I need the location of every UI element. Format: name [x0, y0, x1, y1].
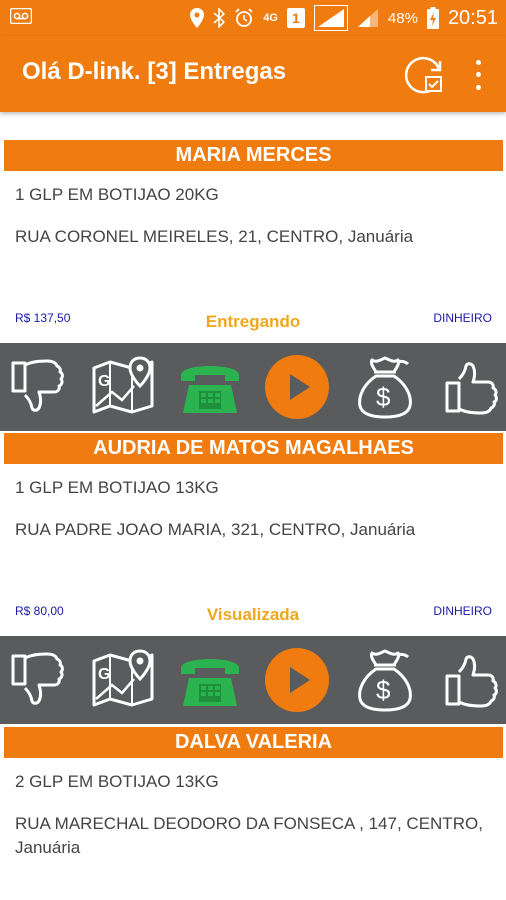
map-button[interactable]: G	[88, 352, 158, 422]
status-bar: 4G 1 48% 20:51	[0, 0, 506, 36]
payment-button[interactable]: $	[350, 645, 420, 715]
product-description: 1 GLP EM BOTIJAO 20KG	[15, 185, 219, 204]
svg-text:$: $	[376, 675, 391, 705]
network-type-label: 4G	[263, 12, 278, 24]
bluetooth-icon	[213, 8, 226, 28]
customer-name[interactable]: MARIA MERCES	[4, 140, 503, 171]
customer-name[interactable]: AUDRIA DE MATOS MAGALHAES	[4, 433, 503, 464]
thumbs-down-icon	[11, 652, 64, 705]
payment-method: DINHEIRO	[433, 311, 492, 325]
delivery-address: RUA CORONEL MEIRELES, 21, CENTRO, Január…	[15, 227, 414, 246]
thumbs-up-icon	[445, 655, 498, 708]
map-icon: G	[92, 356, 154, 414]
signal-strength-2-icon	[357, 8, 379, 28]
action-bar: G $	[0, 343, 506, 431]
thumbs-down-icon	[11, 359, 64, 412]
sim-badge: 1	[286, 8, 305, 28]
money-bag-icon: $	[358, 356, 412, 419]
action-bar: G $	[0, 636, 506, 724]
signal-strength-icon	[313, 5, 348, 31]
map-button[interactable]: G	[88, 645, 158, 715]
voicemail-icon	[9, 7, 33, 29]
battery-charging-icon	[426, 7, 439, 29]
delivery-address: RUA MARECHAL DEODORO DA FONSECA , 147, C…	[15, 814, 483, 857]
money-bag-icon: $	[358, 649, 412, 712]
more-options-button[interactable]	[466, 56, 490, 94]
svg-text:G: G	[98, 666, 110, 683]
sync-button[interactable]	[402, 52, 448, 98]
confirm-delivery-button[interactable]	[436, 645, 506, 715]
delivery-status: Visualizada	[206, 605, 300, 624]
alarm-icon	[234, 8, 254, 28]
call-button[interactable]	[175, 645, 245, 715]
start-delivery-button[interactable]	[262, 352, 332, 422]
phone-icon	[181, 366, 239, 413]
confirm-delivery-button[interactable]	[436, 352, 506, 422]
svg-text:$: $	[376, 382, 391, 412]
customer-name[interactable]: DALVA VALERIA	[4, 727, 503, 758]
battery-percent: 48%	[387, 9, 418, 27]
phone-icon	[181, 659, 239, 706]
payment-method: DINHEIRO	[433, 604, 492, 618]
call-button[interactable]	[175, 352, 245, 422]
delivery-address: RUA PADRE JOAO MARIA, 321, CENTRO, Januá…	[15, 520, 416, 539]
reject-button[interactable]	[2, 645, 72, 715]
start-delivery-button[interactable]	[262, 645, 332, 715]
location-icon	[190, 8, 205, 28]
product-description: 1 GLP EM BOTIJAO 13KG	[15, 478, 219, 497]
play-icon	[265, 648, 329, 712]
play-icon	[265, 355, 329, 419]
delivery-status: Entregando	[205, 312, 301, 331]
clock: 20:51	[447, 6, 498, 29]
sync-check-icon	[404, 56, 442, 94]
map-icon: G	[92, 649, 154, 707]
product-description: 2 GLP EM BOTIJAO 13KG	[15, 772, 219, 791]
payment-button[interactable]: $	[350, 352, 420, 422]
page-title: Olá D-link. [3] Entregas	[22, 58, 287, 85]
svg-text:G: G	[98, 373, 110, 390]
reject-button[interactable]	[2, 352, 72, 422]
app-bar: Olá D-link. [3] Entregas	[0, 36, 506, 112]
thumbs-up-icon	[445, 362, 498, 415]
